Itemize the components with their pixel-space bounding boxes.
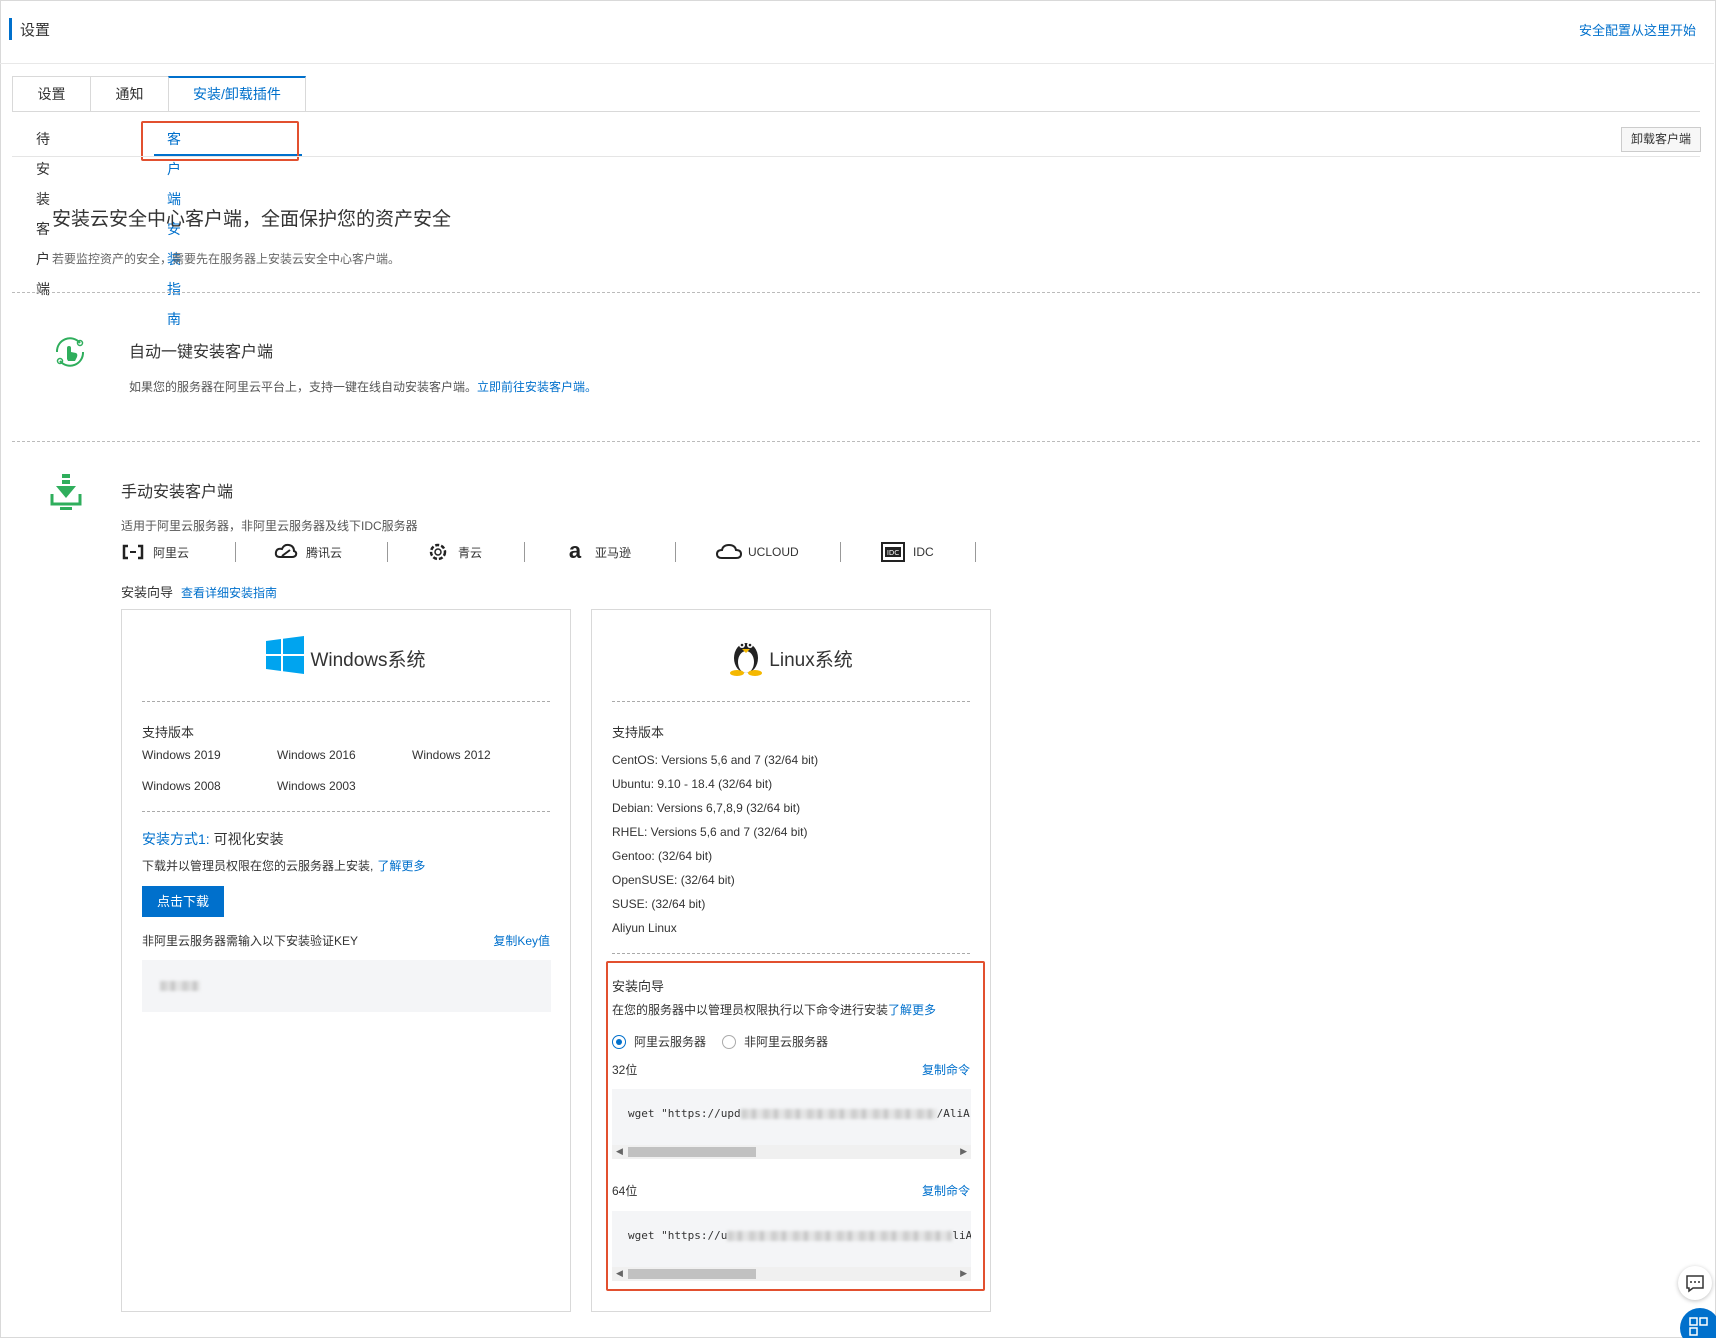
windows-version: Windows 2003	[277, 779, 356, 793]
top-header: 设置 安全配置从这里开始	[0, 0, 1714, 64]
qingcloud-icon	[426, 542, 450, 562]
provider-name: 腾讯云	[306, 545, 343, 560]
windows-version: Windows 2008	[142, 779, 221, 793]
install-key-label: 非阿里云服务器需输入以下安装验证KEY	[142, 934, 359, 948]
manual-download-icon	[50, 472, 82, 512]
highlight-box-install-guide	[606, 961, 985, 1291]
linux-version: Debian: Versions 6,7,8,9 (32/64 bit)	[612, 801, 801, 815]
uninstall-client-button[interactable]: 卸载客户端	[1621, 127, 1701, 152]
provider-ucloud: UCLOUD	[676, 540, 840, 564]
manual-install-title: 手动安装客户端	[121, 484, 234, 501]
svg-text:IDC: IDC	[887, 549, 899, 557]
highlight-box-subtab	[141, 121, 299, 161]
linux-version: RHEL: Versions 5,6 and 7 (32/64 bit)	[612, 825, 808, 839]
intro-title: 安装云安全中心客户端，全面保护您的资产安全	[52, 209, 452, 230]
auto-install-desc: 如果您的服务器在阿里云平台上，支持一键在线自动安装客户端。立即前往安装客户端。	[129, 378, 597, 395]
install-method-prefix: 安装方式1:	[142, 831, 210, 847]
linux-version: SUSE: (32/64 bit)	[612, 897, 706, 911]
windows-header: Windows系统	[122, 636, 570, 680]
windows-logo-icon	[266, 636, 305, 680]
windows-support-label: 支持版本	[142, 725, 195, 740]
chat-icon	[1686, 1275, 1704, 1293]
auto-install-icon	[50, 332, 90, 372]
provider-name: UCLOUD	[748, 545, 799, 559]
detailed-guide-link[interactable]: 查看详细安装指南	[181, 586, 277, 600]
section-divider	[12, 292, 1700, 293]
copy-key-link[interactable]: 复制Key值	[493, 932, 550, 949]
tencent-cloud-icon	[274, 542, 298, 562]
linux-version: Aliyun Linux	[612, 921, 677, 935]
download-button[interactable]: 点击下载	[142, 886, 224, 917]
windows-version: Windows 2012	[412, 748, 491, 762]
install-method-desc: 下载并以管理员权限在您的云服务器上安装, 了解更多	[142, 857, 425, 874]
redacted-key	[160, 981, 200, 991]
subtab-divider	[12, 156, 1700, 157]
linux-header: Linux系统	[592, 636, 990, 680]
windows-card: Windows系统 支持版本 Windows 2019 Windows 2016…	[121, 609, 571, 1312]
provider-name: IDC	[913, 545, 934, 559]
linux-title: Linux系统	[769, 649, 853, 671]
main-tabs: 设置 通知 安装/卸载插件	[12, 76, 306, 112]
linux-version: OpenSUSE: (32/64 bit)	[612, 873, 735, 887]
amazon-icon: a	[568, 538, 582, 563]
provider-list: 阿里云 腾讯云 青云 a 亚马逊 UCLOUD IDC IDC	[121, 540, 976, 564]
provider-divider	[975, 542, 976, 562]
tab-settings[interactable]: 设置	[12, 76, 90, 112]
provider-name: 阿里云	[153, 545, 190, 560]
install-method: 安装方式1: 可视化安装	[142, 829, 284, 849]
apps-float-button[interactable]	[1680, 1308, 1716, 1338]
linux-version: CentOS: Versions 5,6 and 7 (32/64 bit)	[612, 753, 819, 767]
aliyun-icon	[121, 542, 145, 562]
provider-name: 亚马逊	[595, 545, 632, 560]
title-accent-bar	[9, 18, 12, 40]
security-config-link[interactable]: 安全配置从这里开始	[1579, 20, 1696, 39]
ucloud-icon	[715, 542, 743, 562]
install-guide-row: 安装向导 查看详细安装指南	[121, 582, 277, 601]
provider-tencent: 腾讯云	[236, 540, 387, 564]
card-divider	[612, 701, 970, 702]
card-divider	[612, 953, 970, 954]
card-divider	[142, 701, 550, 702]
provider-amazon: a 亚马逊	[525, 540, 675, 564]
install-guide-label: 安装向导	[121, 585, 174, 600]
linux-support-label: 支持版本	[612, 725, 665, 740]
subtab-pending-clients[interactable]: 待安装客户端	[36, 124, 50, 304]
section-divider	[12, 441, 1700, 442]
install-method-name: 可视化安装	[213, 831, 284, 847]
linux-version: Gentoo: (32/64 bit)	[612, 849, 713, 863]
tab-divider	[12, 111, 1700, 112]
linux-tux-icon	[729, 634, 763, 682]
windows-title: Windows系统	[310, 649, 426, 671]
auto-install-desc-text: 如果您的服务器在阿里云平台上，支持一键在线自动安装客户端。	[129, 380, 478, 394]
grid-icon	[1689, 1317, 1708, 1336]
windows-learn-more-link[interactable]: 了解更多	[377, 859, 425, 873]
feedback-chat-button[interactable]	[1678, 1266, 1712, 1300]
idc-icon: IDC	[881, 542, 905, 562]
intro-desc: 若要监控资产的安全，需要先在服务器上安装云安全中心客户端。	[52, 252, 401, 266]
card-divider	[142, 811, 550, 812]
provider-aliyun: 阿里云	[121, 540, 235, 564]
install-method-desc-text: 下载并以管理员权限在您的云服务器上安装,	[142, 859, 374, 873]
windows-version: Windows 2019	[142, 748, 221, 762]
provider-qingcloud: 青云	[388, 540, 524, 564]
tab-notifications[interactable]: 通知	[90, 76, 168, 112]
go-install-link[interactable]: 立即前往安装客户端。	[477, 380, 597, 394]
page-title: 设置	[20, 22, 51, 39]
provider-name: 青云	[458, 545, 483, 560]
install-key-field[interactable]	[142, 960, 551, 1012]
linux-version: Ubuntu: 9.10 - 18.4 (32/64 bit)	[612, 777, 773, 791]
manual-install-desc: 适用于阿里云服务器，非阿里云服务器及线下IDC服务器	[121, 519, 418, 533]
windows-version: Windows 2016	[277, 748, 356, 762]
provider-idc: IDC IDC	[841, 540, 975, 564]
tab-install-plugin[interactable]: 安装/卸载插件	[168, 76, 306, 112]
auto-install-title: 自动一键安装客户端	[129, 344, 274, 361]
